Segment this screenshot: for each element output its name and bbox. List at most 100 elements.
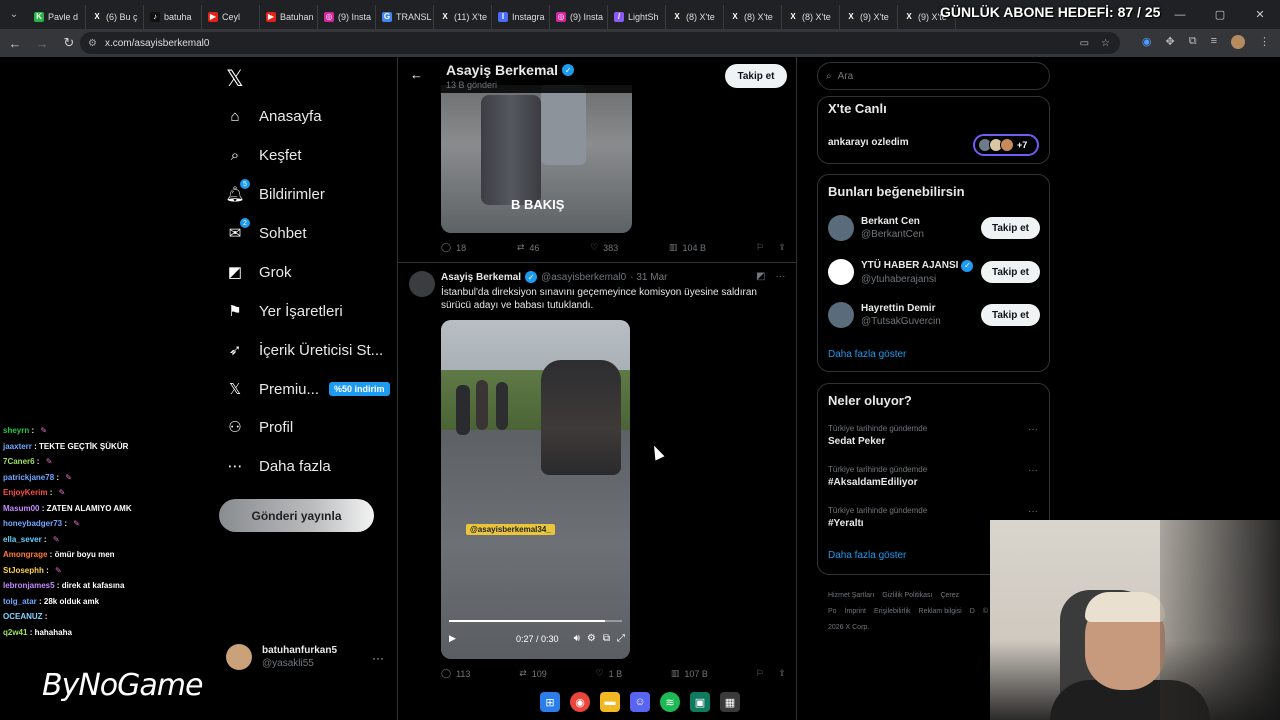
share-icon[interactable]: ⇪ <box>778 242 786 253</box>
trend-more-icon[interactable]: ··· <box>1028 424 1038 435</box>
follow-button[interactable]: Takip et <box>725 64 787 88</box>
browser-tab[interactable]: X (8) X'te <box>666 4 724 29</box>
browser-tab[interactable]: K Pavle d <box>28 4 86 29</box>
share-icon[interactable]: ⇪ <box>778 668 786 679</box>
show-more-link[interactable]: Daha fazla göster <box>828 349 906 360</box>
browser-tab[interactable]: X (8) X'te <box>782 4 840 29</box>
bookmark-button[interactable]: ⚐ ⇪ <box>757 242 786 253</box>
volume-icon[interactable]: 🔊︎ <box>574 633 580 644</box>
browser-tab[interactable]: ▶ Ceyl <box>202 4 260 29</box>
suggested-account[interactable]: Berkant Cen @BerkantCen Takip et <box>828 215 1040 241</box>
account-switcher[interactable]: batuhanfurkan5 @yasakli55 <box>226 644 337 670</box>
live-space-title[interactable]: ankarayı ozledim <box>828 137 909 148</box>
follow-button[interactable]: Takip et <box>981 217 1040 239</box>
url-input[interactable]: ⚙ x.com/asayisberkemal0 ▭ ☆ <box>80 32 1120 54</box>
maximize-button[interactable]: ▢ <box>1200 0 1240 29</box>
suggested-account[interactable]: YTÜ HABER AJANSI ✓ @ytuhaberajansi Takip et <box>828 259 1040 285</box>
tweet-author[interactable]: Asayiş Berkemal <box>441 272 521 283</box>
discord-icon[interactable]: ☺ <box>630 692 650 712</box>
trend-more-icon[interactable]: ··· <box>1028 465 1038 476</box>
trend-item[interactable]: Türkiye tarihinde gündemde #AksaldamEdili… <box>828 465 1040 488</box>
media-icon[interactable]: ≡ <box>1211 35 1217 49</box>
views-button[interactable]: ▥ 107 B <box>671 668 708 679</box>
search-input[interactable]: ⌕ Ara <box>817 62 1050 90</box>
browser-tab[interactable]: X (9) X'te <box>840 4 898 29</box>
footer-link[interactable]: Erişilebilirlik <box>874 608 911 615</box>
chrome-menu-icon[interactable]: ⋮ <box>1259 35 1270 49</box>
extension-icon[interactable]: ◉ <box>1142 35 1152 49</box>
follow-button[interactable]: Takip et <box>981 304 1040 326</box>
footer-link[interactable]: D <box>970 608 975 615</box>
browser-tab[interactable]: X (8) X'te <box>724 4 782 29</box>
browser-tab[interactable]: ◎ (9) Insta <box>550 4 608 29</box>
tab-search-button[interactable]: ⌄ <box>0 0 28 29</box>
grok-icon[interactable]: ◩ <box>756 271 765 282</box>
like-button[interactable]: ♡ 383 <box>590 242 618 253</box>
close-window-button[interactable]: ✕ <box>1240 0 1280 29</box>
trends-show-more-link[interactable]: Daha fazla göster <box>828 550 906 561</box>
cast-icon[interactable]: ▭ <box>1080 38 1089 49</box>
bookmark-star-icon[interactable]: ☆ <box>1101 38 1110 49</box>
more-icon[interactable]: ··· <box>775 271 785 282</box>
retweet-button[interactable]: ⇄ 109 <box>519 668 547 679</box>
nav-item-profile[interactable]: ⚇ Profil <box>226 418 293 437</box>
file-explorer-icon[interactable]: ▬ <box>600 692 620 712</box>
browser-tab[interactable]: ♪ batuha <box>144 4 202 29</box>
tweet-video[interactable]: @asayisberkemal34_ ▶ 0:27 / 0:30 🔊︎ ⚙ ⧉ … <box>441 320 630 659</box>
x-logo[interactable]: 𝕏 <box>226 66 244 92</box>
spotify-icon[interactable]: ≋ <box>660 692 680 712</box>
retweet-button[interactable]: ⇄ 46 <box>517 242 540 253</box>
nav-item-home[interactable]: ⌂ Anasayfa <box>226 107 321 125</box>
footer-link[interactable]: İmprint <box>845 608 866 615</box>
footer-link[interactable]: Gizlilik Politikası <box>882 592 932 599</box>
trend-more-icon[interactable]: ··· <box>1028 506 1038 517</box>
back-button[interactable]: ← <box>3 31 27 55</box>
reply-button[interactable]: ◯ 18 <box>441 242 466 253</box>
app-icon[interactable]: ▣ <box>690 692 710 712</box>
chrome-icon[interactable]: ◉ <box>570 692 590 712</box>
profile-avatar[interactable] <box>1231 35 1245 49</box>
footer-link[interactable]: Reklam bilgisi <box>919 608 962 615</box>
reply-button[interactable]: ◯ 113 <box>441 668 470 679</box>
pip-icon[interactable]: ⧉ <box>603 633 610 644</box>
tweet-handle[interactable]: @asayisberkemal0 <box>541 272 626 283</box>
forward-button[interactable]: → <box>30 31 54 55</box>
tweet-date[interactable]: · 31 Mar <box>630 272 667 283</box>
nav-item-notifications[interactable]: 🔔︎ 5 Bildirimler <box>225 179 325 203</box>
browser-tab[interactable]: / LightSh <box>608 4 666 29</box>
nav-item-creator-studio[interactable]: ➶ İçerik Üreticisi St... <box>226 341 383 360</box>
nav-item-explore[interactable]: ⌕ Keşfet <box>226 146 302 164</box>
nav-item-more[interactable]: ⋯ Daha fazla <box>226 457 331 476</box>
reload-button[interactable]: ↻ <box>57 31 81 55</box>
bookmark-button[interactable]: ⚐ ⇪ <box>757 668 786 679</box>
nav-item-bookmarks[interactable]: ⚑ Yer İşaretleri <box>226 302 342 321</box>
tweet-avatar[interactable] <box>409 271 435 297</box>
nav-item-grok[interactable]: ◩ Grok <box>226 263 292 282</box>
like-button[interactable]: ♡ 1 B <box>596 668 623 679</box>
tweet-image[interactable]: B BAKIŞ <box>441 85 632 233</box>
nav-item-premium[interactable]: 𝕏 Premiu... %50 indirim <box>226 380 390 398</box>
minimize-button[interactable]: — <box>1160 0 1200 29</box>
post-button[interactable]: Gönderi yayınla <box>219 499 374 532</box>
nav-item-chat[interactable]: ✉ 2 Sohbet <box>226 218 307 242</box>
browser-tab[interactable]: X (6) Bu ç <box>86 4 144 29</box>
trend-item[interactable]: Türkiye tarihinde gündemde Sedat Peker ··· <box>828 424 1040 447</box>
browser-tab[interactable]: I Instagra <box>492 4 550 29</box>
views-button[interactable]: ▥ 104 B <box>669 242 706 253</box>
windows-start-icon[interactable]: ⊞ <box>540 692 560 712</box>
account-more-icon[interactable]: ··· <box>372 651 384 665</box>
back-arrow-icon[interactable]: ← <box>410 67 423 82</box>
footer-link[interactable]: Hizmet Şartları <box>828 592 874 599</box>
video-progress-bar[interactable] <box>449 620 622 622</box>
site-info-icon[interactable]: ⚙ <box>88 38 97 49</box>
store-icon[interactable]: ▦ <box>720 692 740 712</box>
browser-tab[interactable]: ▶ Batuhan <box>260 4 318 29</box>
suggested-account[interactable]: Hayrettin Demir @TutsakGuvercin Takip et <box>828 302 1040 328</box>
browser-tab[interactable]: X (11) X'te <box>434 4 492 29</box>
fullscreen-icon[interactable]: ⤢ <box>617 633 625 644</box>
follow-button[interactable]: Takip et <box>981 261 1040 283</box>
puzzle-icon[interactable]: ⧉ <box>1189 35 1197 49</box>
live-participants[interactable]: +7 <box>973 134 1039 156</box>
browser-tab[interactable]: ◎ (9) Insta <box>318 4 376 29</box>
extensions-icon[interactable]: ✥ <box>1166 35 1175 49</box>
